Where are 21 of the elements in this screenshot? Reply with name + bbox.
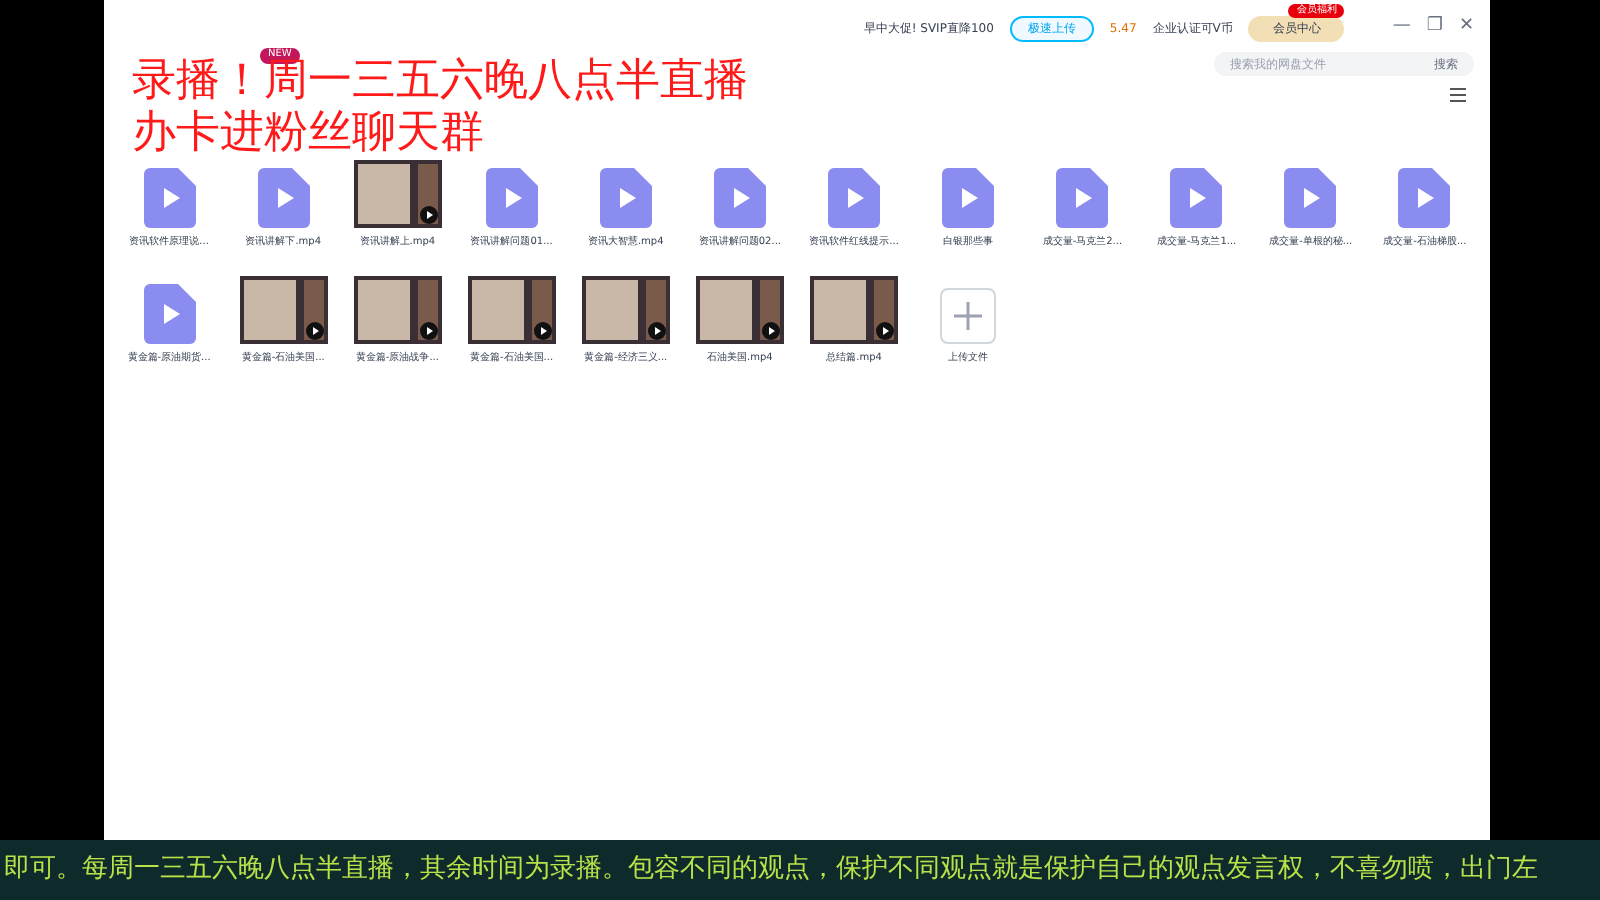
minimize-button[interactable]: —	[1392, 14, 1411, 42]
play-icon	[761, 321, 780, 339]
close-button[interactable]: ✕	[1458, 14, 1474, 42]
list-view-icon[interactable]	[1450, 87, 1466, 101]
restore-button[interactable]: ❐	[1426, 14, 1443, 42]
overlay-caption: 办卡进粉丝聊天群	[132, 108, 484, 160]
video-thumbnail[interactable]	[581, 275, 670, 343]
video-thumbnail[interactable]	[353, 160, 442, 228]
play-icon	[647, 321, 666, 339]
play-icon	[533, 321, 552, 339]
video-thumbnail[interactable]	[467, 275, 556, 343]
video-thumbnail[interactable]	[353, 275, 442, 343]
play-icon	[419, 206, 438, 224]
video-thumbnail[interactable]	[810, 275, 899, 343]
play-icon	[876, 321, 895, 339]
video-thumbnail[interactable]	[239, 275, 328, 343]
play-icon	[305, 321, 324, 339]
video-thumbnail[interactable]	[695, 275, 784, 343]
add-icon[interactable]	[940, 287, 997, 343]
scrolling-ticker-text: 即可。每周一三五六晚八点半直播，其余时间为录播。包容不同的观点，保护不同观点就是保护自己的观点发言权，不喜勿喷，出门左	[2, 852, 1538, 889]
play-icon	[419, 321, 438, 339]
